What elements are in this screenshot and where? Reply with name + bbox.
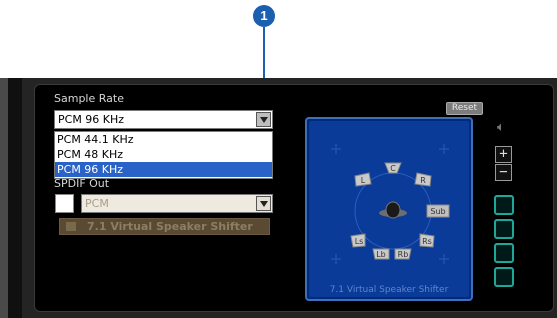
sample-rate-select[interactable]: PCM 96 KHz	[54, 110, 273, 129]
callout-badge: 1	[253, 5, 275, 27]
speaker-r-label: R	[420, 176, 426, 185]
virtual-speaker-shifter-button[interactable]: 7.1 Virtual Speaker Shifter	[59, 218, 270, 235]
spdif-select[interactable]: PCM	[81, 194, 273, 213]
sample-rate-option[interactable]: PCM 44.1 KHz	[55, 132, 272, 147]
panel-left-shadow	[8, 78, 22, 318]
plus-icon[interactable]: +	[495, 146, 512, 163]
speaker-field[interactable]: C L R Sub Ls Rs Lb Rb	[309, 121, 469, 297]
sample-rate-dropdown: PCM 44.1 KHz PCM 48 KHz PCM 96 KHz	[54, 131, 273, 179]
spdif-checkbox[interactable]	[55, 194, 74, 213]
speaker-ls-label: Ls	[355, 237, 364, 246]
headphone-mode-3-icon[interactable]	[494, 243, 514, 263]
sample-rate-option[interactable]: PCM 48 KHz	[55, 147, 272, 162]
sample-rate-label: Sample Rate	[54, 92, 124, 105]
checkbox-icon	[66, 222, 76, 231]
sample-rate-value: PCM 96 KHz	[58, 113, 125, 126]
headphone-mode-1-icon[interactable]	[494, 195, 514, 215]
volume-speaker-icon: 🔈︎	[497, 120, 505, 135]
minus-icon[interactable]: −	[495, 164, 512, 181]
reset-button[interactable]: Reset	[446, 102, 483, 115]
sample-rate-option-selected[interactable]: PCM 96 KHz	[55, 162, 272, 177]
spdif-value: PCM	[85, 197, 109, 210]
speaker-rb-label: Rb	[398, 250, 409, 259]
headphone-mode-4-icon[interactable]	[494, 267, 514, 287]
speaker-lb-label: Lb	[376, 250, 386, 259]
listener-head-icon	[379, 201, 407, 219]
speaker-l-label: L	[361, 176, 366, 185]
panel-left-edge	[0, 78, 8, 318]
chevron-down-icon[interactable]	[256, 112, 271, 127]
speaker-c-label: C	[390, 164, 396, 173]
virtual-speaker-shifter-label: 7.1 Virtual Speaker Shifter	[87, 220, 253, 233]
visualization-caption: 7.1 Virtual Speaker Shifter	[329, 285, 449, 295]
speaker-sub-label: Sub	[430, 207, 445, 216]
speaker-rs-label: Rs	[422, 237, 432, 246]
chevron-down-icon[interactable]	[256, 196, 271, 211]
spdif-out-label: SPDIF Out	[54, 177, 110, 190]
headphone-mode-2-icon[interactable]	[494, 219, 514, 239]
